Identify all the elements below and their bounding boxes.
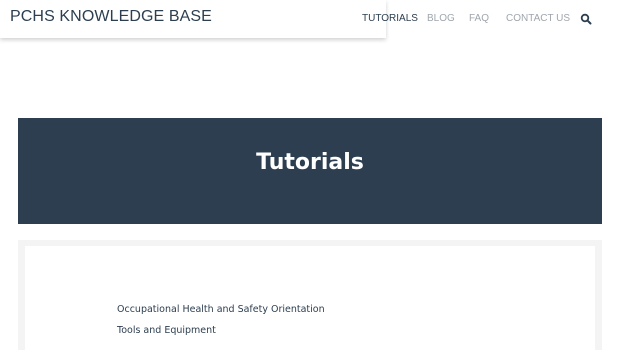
- tutorials-panel: Occupational Health and Safety Orientati…: [18, 240, 602, 356]
- nav-item-tutorials[interactable]: TUTORIALS: [362, 13, 418, 24]
- nav-item-contact-us[interactable]: CONTACT US: [506, 13, 570, 24]
- tutorial-link-ohs-orientation[interactable]: Occupational Health and Safety Orientati…: [117, 304, 325, 315]
- tutorials-list: Occupational Health and Safety Orientati…: [25, 246, 595, 356]
- page-hero-banner: Tutorials: [18, 118, 602, 224]
- page-title: Tutorials: [256, 150, 364, 175]
- nav-item-faq[interactable]: FAQ: [469, 13, 489, 24]
- nav-item-blog[interactable]: BLOG: [427, 13, 455, 24]
- search-icon[interactable]: [580, 13, 592, 25]
- main-nav: TUTORIALS BLOG FAQ CONTACT US: [0, 13, 620, 27]
- tutorial-link-tools-and-equipment[interactable]: Tools and Equipment: [117, 325, 216, 336]
